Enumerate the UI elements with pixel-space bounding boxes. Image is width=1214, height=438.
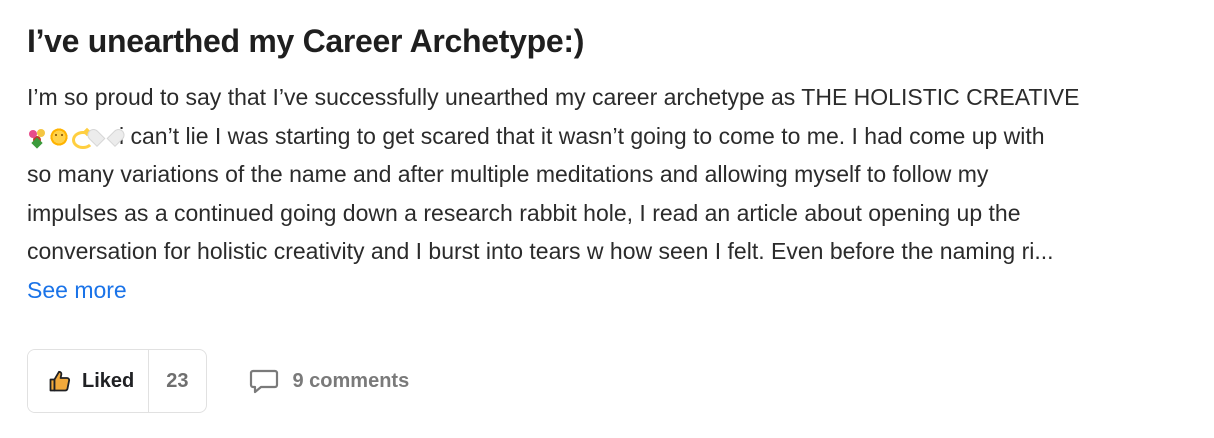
like-count: 23 — [148, 350, 205, 412]
post-actions: Liked 23 9 comments — [27, 349, 409, 413]
post-card: I’ve unearthed my Career Archetype:) I’m… — [0, 0, 1214, 438]
post-title: I’ve unearthed my Career Archetype:) — [27, 23, 585, 59]
see-more-link[interactable]: See more — [27, 271, 127, 310]
post-body-line: impulses as a continued going down a res… — [27, 199, 1021, 226]
comments-label: 9 comments — [292, 369, 410, 392]
post-body-line: i can’t lie I was starting to get scared… — [27, 117, 1187, 156]
white-heart-emoji-icon — [93, 127, 113, 147]
post-body-line: conversation for holistic creativity and… — [27, 238, 1054, 264]
post-body-line: so many variations of the name and after… — [27, 161, 989, 187]
like-button[interactable]: Liked — [28, 350, 149, 412]
sun-emoji-icon — [49, 126, 69, 147]
post-body-line-text: i can’t lie I was starting to get scared… — [119, 122, 1045, 149]
post-body-line: I’m so proud to say that I’ve successful… — [27, 84, 1080, 110]
emoji-group — [27, 126, 113, 149]
post-body: I’m so proud to say that I’ve successful… — [27, 78, 1187, 309]
like-group: Liked 23 — [27, 349, 207, 413]
flowers-emoji-icon — [27, 127, 47, 147]
thumbs-up-icon — [48, 369, 72, 393]
comment-bubble-icon — [249, 368, 279, 394]
comments-button[interactable]: 9 comments — [249, 368, 410, 394]
like-label: Liked — [82, 369, 135, 392]
